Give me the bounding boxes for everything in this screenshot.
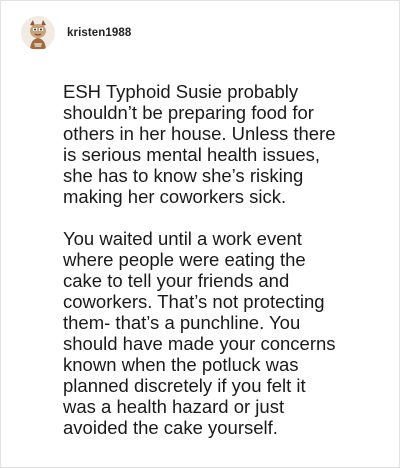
avatar-graphic [21,16,55,50]
comment-header: kristen1988 [21,15,131,51]
comment-paragraph: ESH Typhoid Susie probably shouldn’t be … [63,81,336,207]
username[interactable]: kristen1988 [67,27,131,39]
comment-card: kristen1988 ESH Typhoid Susie probably s… [0,0,400,468]
comment-body: ESH Typhoid Susie probably shouldn’t be … [63,81,385,438]
comment-paragraph: You waited until a work event where peop… [63,228,336,438]
cartoon-avatar-icon[interactable] [21,16,55,50]
